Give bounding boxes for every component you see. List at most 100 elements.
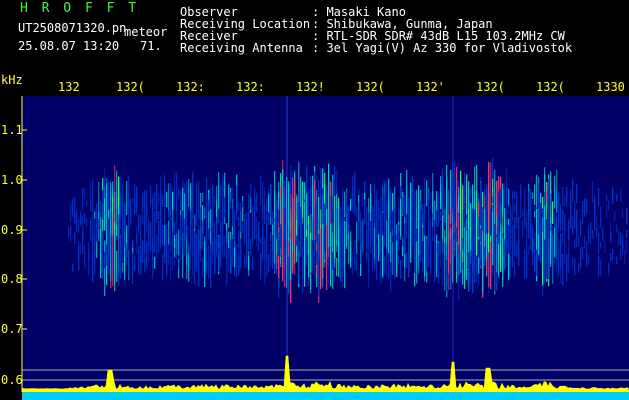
signal-streak: [438, 243, 440, 278]
signal-streak: [600, 206, 602, 229]
signal-streak: [370, 217, 372, 254]
signal-streak: [212, 239, 214, 255]
signal-streak: [556, 251, 558, 272]
signal-streak: [76, 209, 78, 223]
signal-streak: [310, 231, 312, 273]
signal-streak: [96, 203, 98, 243]
signal-streak: [208, 245, 210, 279]
signal-streak: [384, 180, 386, 219]
signal-streak: [398, 255, 400, 264]
signal-streak: [118, 213, 120, 273]
signal-streak: [478, 243, 480, 253]
signal-streak: [306, 236, 308, 266]
signal-streak: [494, 223, 496, 292]
signal-streak: [192, 172, 194, 219]
signal-streak: [564, 217, 566, 232]
signal-streak: [598, 256, 600, 265]
signal-streak: [70, 202, 72, 223]
signal-streak: [174, 235, 176, 258]
signal-streak: [518, 217, 520, 239]
signal-streak: [324, 234, 326, 253]
signal-streak: [298, 201, 300, 227]
signal-streak: [408, 236, 410, 278]
signal-streak: [182, 187, 184, 211]
signal-streak: [552, 201, 554, 224]
signal-streak: [524, 249, 526, 279]
signal-streak: [434, 200, 436, 220]
signal-streak: [294, 177, 296, 248]
signal-streak: [482, 206, 484, 216]
signal-streak: [230, 239, 232, 264]
signal-streak: [142, 192, 144, 213]
signal-streak: [530, 218, 532, 250]
signal-streak: [156, 211, 158, 223]
signal-streak: [104, 251, 106, 269]
signal-streak: [442, 241, 444, 287]
signal-streak: [384, 256, 386, 275]
signal-streak: [260, 254, 262, 275]
signal-streak: [232, 186, 234, 209]
signal-streak: [620, 248, 622, 261]
signal-streak: [506, 232, 508, 249]
signal-streak: [398, 224, 400, 252]
signal-streak: [386, 220, 388, 249]
signal-streak: [604, 240, 606, 253]
signal-streak: [164, 188, 166, 220]
signal-streak: [584, 198, 586, 217]
signal-streak: [486, 184, 488, 218]
signal-streak: [72, 200, 74, 217]
signal-streak: [394, 248, 396, 279]
signal-streak: [212, 208, 214, 228]
signal-streak: [256, 216, 258, 239]
signal-streak: [196, 248, 198, 257]
signal-streak: [296, 235, 298, 246]
signal-streak: [598, 188, 600, 206]
signal-streak: [568, 219, 570, 242]
signal-streak: [94, 245, 96, 276]
signal-streak: [262, 227, 264, 259]
signal-streak: [540, 205, 542, 263]
signal-streak: [246, 240, 248, 268]
y-tick-label: 1.1: [1, 123, 23, 137]
signal-streak: [124, 226, 126, 245]
signal-streak: [250, 238, 252, 257]
signal-streak: [178, 229, 180, 256]
signal-streak: [474, 209, 476, 271]
signal-streak: [396, 240, 398, 277]
signal-streak: [410, 182, 412, 208]
signal-streak: [74, 195, 76, 206]
signal-streak: [434, 250, 436, 282]
signal-streak: [492, 188, 494, 197]
x-tick-label: 132!: [296, 80, 325, 94]
signal-streak: [150, 221, 152, 252]
signal-streak: [302, 253, 304, 266]
signal-streak: [190, 212, 192, 240]
signal-streak: [244, 214, 246, 237]
signal-streak: [192, 228, 194, 276]
signal-streak: [512, 190, 514, 223]
signal-streak: [352, 186, 354, 196]
signal-streak: [78, 241, 80, 259]
signal-streak: [424, 203, 426, 220]
signal-streak: [104, 240, 106, 296]
signal-streak: [124, 257, 126, 272]
signal-streak: [406, 252, 408, 269]
signal-streak: [626, 240, 628, 255]
signal-streak: [460, 197, 462, 250]
signal-streak: [466, 174, 468, 218]
signal-streak: [536, 208, 538, 250]
signal-streak: [342, 244, 344, 278]
signal-streak: [554, 227, 556, 257]
signal-streak: [144, 222, 146, 252]
signal-streak: [536, 174, 538, 208]
signal-streak: [168, 183, 170, 215]
signal-streak: [224, 196, 226, 218]
signal-streak: [300, 214, 302, 258]
signal-streak: [538, 184, 540, 235]
signal-streak: [258, 227, 260, 249]
signal-streak: [622, 209, 624, 218]
signal-streak: [400, 172, 402, 225]
signal-streak: [284, 180, 286, 250]
signal-streak: [84, 188, 86, 200]
signal-streak: [444, 236, 446, 291]
